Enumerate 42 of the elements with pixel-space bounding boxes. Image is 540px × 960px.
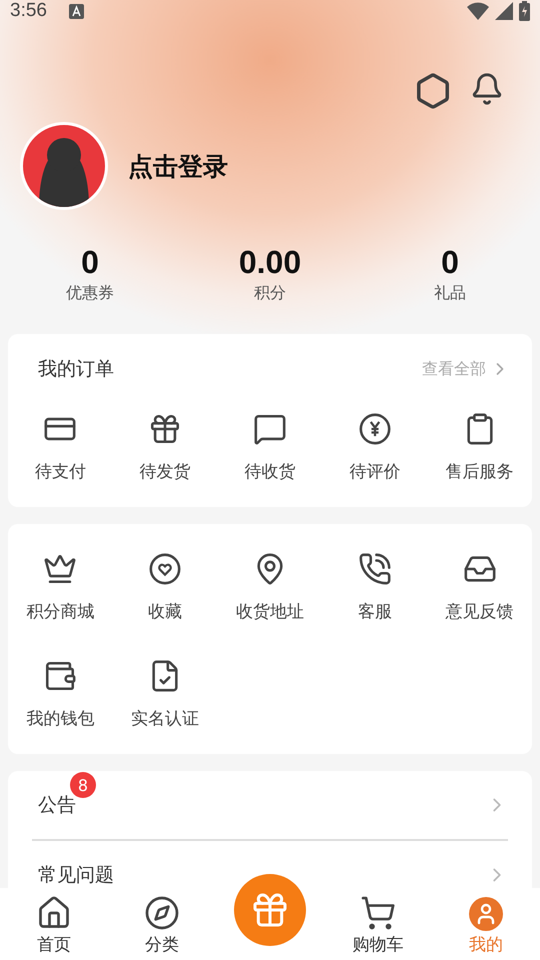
compass-icon (144, 895, 180, 931)
phone-icon (358, 552, 392, 586)
wifi-icon (467, 2, 489, 20)
row-label: 常见问题 (38, 864, 114, 886)
stat-label: 礼品 (434, 283, 466, 304)
service-button[interactable]: 客服 (322, 552, 428, 623)
service-button[interactable]: 积分商城 (8, 552, 113, 623)
order-status-button[interactable]: 待支付 (8, 412, 113, 483)
service-button[interactable]: 实名认证 (112, 659, 218, 730)
cart-icon (360, 895, 396, 931)
order-status-button[interactable]: 待收货 (218, 412, 322, 483)
order-status-button[interactable]: 待发货 (112, 412, 218, 483)
battery-icon (519, 1, 530, 21)
yen-icon (358, 412, 392, 446)
order-status-button[interactable]: 待评价 (322, 412, 428, 483)
count-badge: 8 (70, 772, 96, 798)
stat-value: 0 (81, 244, 99, 281)
status-time: 3:56 (10, 0, 47, 22)
service-button[interactable]: 意见反馈 (427, 552, 532, 623)
list-row[interactable]: 常见问题 (32, 841, 508, 888)
service-button[interactable]: 收货地址 (218, 552, 322, 623)
card-title: 我的订单 (38, 357, 114, 382)
service-button[interactable]: 我的钱包 (8, 659, 113, 730)
wallet-icon (43, 659, 78, 693)
nav-tab[interactable]: 分类 (108, 888, 216, 960)
signal-icon (495, 2, 513, 20)
settings-button[interactable] (414, 72, 452, 110)
crown-icon (43, 552, 78, 586)
keyboard-icon (68, 4, 84, 18)
service-button[interactable]: 收藏 (112, 552, 218, 623)
nav-tab[interactable]: 购物车 (324, 888, 432, 960)
stat-value: 0.00 (238, 244, 302, 281)
user-icon (469, 897, 503, 931)
home-icon (36, 895, 72, 931)
login-link[interactable]: 点击登录 (128, 150, 228, 182)
stat-label: 优惠券 (66, 283, 114, 304)
stat-value: 0 (441, 244, 459, 281)
order-status-button[interactable]: 售后服务 (427, 412, 532, 483)
list-row[interactable]: 公告 8 (32, 771, 508, 841)
nav-tab[interactable]: 首页 (0, 888, 108, 960)
message-icon (252, 412, 287, 446)
stat-label: 积分 (254, 283, 286, 304)
